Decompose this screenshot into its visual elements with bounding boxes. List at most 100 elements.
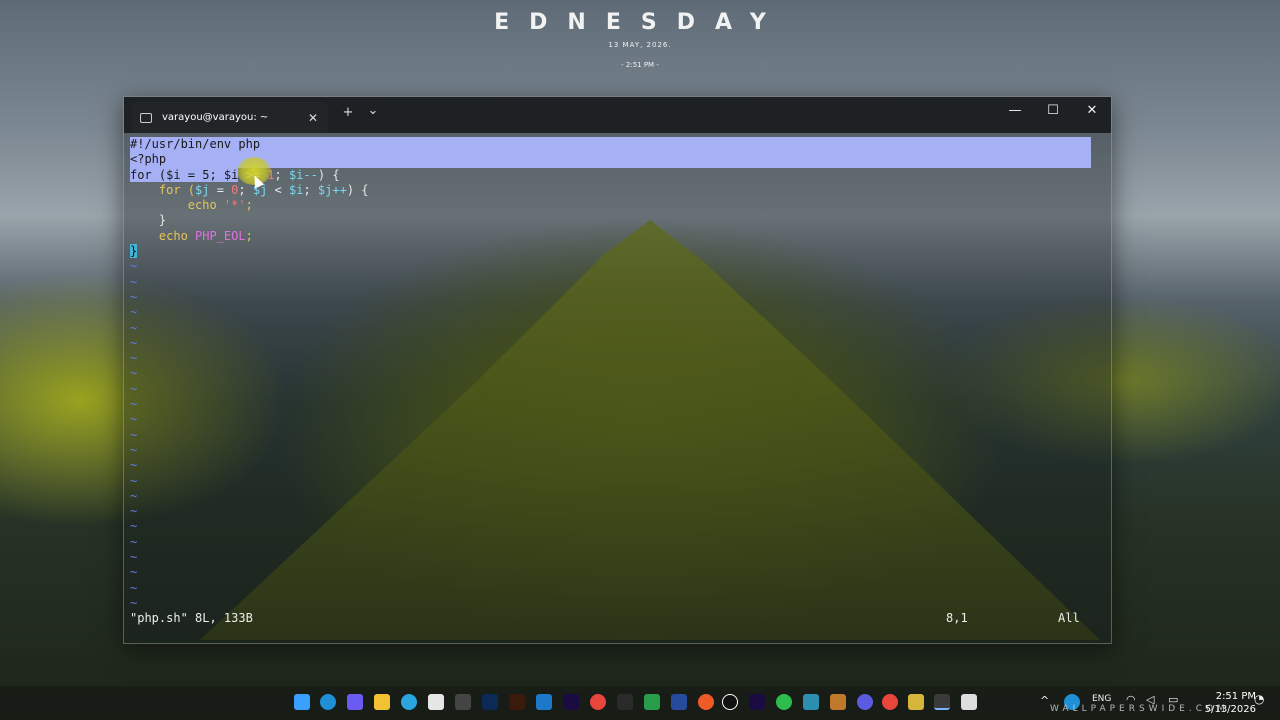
code-op: = xyxy=(209,182,232,197)
tray-chevron-icon[interactable]: ^ xyxy=(1040,694,1049,707)
tilde-line: ~ xyxy=(130,274,138,289)
app-icon[interactable] xyxy=(857,694,873,710)
tilde-line: ~ xyxy=(130,442,138,457)
app-icon[interactable] xyxy=(617,694,633,710)
code-text: ; xyxy=(303,182,318,197)
edge-icon[interactable] xyxy=(320,694,336,710)
code-line-4: for ($j = 0; $j < $i; $j++) { xyxy=(130,183,1091,198)
language-indicator[interactable]: ENG xyxy=(1092,694,1111,704)
code-line-3: for ($i = 5; $i >= 1; $i--) { xyxy=(130,167,1091,183)
status-file: "php.sh" 8L, 133B xyxy=(130,611,253,625)
code-op: < xyxy=(267,182,289,197)
maximize-button[interactable]: ☐ xyxy=(1039,103,1067,118)
tilde-line: ~ xyxy=(130,488,138,503)
after-effects-icon[interactable] xyxy=(749,694,765,710)
explorer-icon[interactable] xyxy=(374,694,390,710)
code-line-6: } xyxy=(130,213,1091,228)
app-icon[interactable] xyxy=(776,694,792,710)
code-line-5: echo '*'; xyxy=(130,198,1091,213)
code-var: $j++ xyxy=(317,182,347,197)
telegram-icon[interactable] xyxy=(401,694,417,710)
app-icon[interactable] xyxy=(455,694,471,710)
illustrator-icon[interactable] xyxy=(509,694,525,710)
terminal-taskbar-icon[interactable] xyxy=(934,694,950,710)
minimize-button[interactable]: — xyxy=(1001,103,1029,118)
tilde-line: ~ xyxy=(130,565,138,580)
code-text: ; xyxy=(245,198,253,213)
code-text: for ($i = 5; xyxy=(130,167,224,182)
tilde-line: ~ xyxy=(130,427,138,442)
code-line-1: #!/usr/bin/env php xyxy=(130,137,1091,153)
store-icon[interactable] xyxy=(428,694,444,710)
tilde-line: ~ xyxy=(130,289,138,304)
empty-line-markers: ~ ~ ~ ~ ~ ~ ~ ~ ~ ~ ~ ~ ~ ~ ~ ~ ~ ~ ~ ~ ~ ~ ~ xyxy=(130,259,1091,611)
tilde-line: ~ xyxy=(130,351,138,366)
tab-dropdown-button[interactable]: ⌄ xyxy=(363,103,383,118)
copilot-icon[interactable] xyxy=(347,694,363,710)
tilde-line: ~ xyxy=(130,397,138,412)
chrome-icon[interactable] xyxy=(590,694,606,710)
tilde-line: ~ xyxy=(130,366,138,381)
terminal-icon xyxy=(140,112,152,123)
code-var: $i xyxy=(289,182,304,197)
tilde-line: ~ xyxy=(130,534,138,549)
photoshop-icon[interactable] xyxy=(482,694,498,710)
code-var: $i-- xyxy=(288,167,318,182)
app-icon[interactable] xyxy=(698,694,714,710)
code-line-2: <?php xyxy=(130,152,1091,168)
chrome-icon[interactable] xyxy=(882,694,898,710)
new-tab-button[interactable]: + xyxy=(338,105,358,120)
code-keyword: echo xyxy=(130,228,196,243)
code-text: <?php xyxy=(130,152,167,167)
tilde-line: ~ xyxy=(130,320,138,335)
code-line-7: echo PHP_EOL; xyxy=(130,229,1091,244)
vim-status-line: "php.sh" 8L, 133B 8,1 All xyxy=(130,611,1091,627)
tilde-line: ~ xyxy=(130,519,138,534)
app-icon[interactable] xyxy=(908,694,924,710)
app-icon[interactable] xyxy=(722,694,738,710)
status-scroll: All xyxy=(1058,611,1080,625)
status-position: 8,1 xyxy=(946,611,968,625)
start-icon[interactable] xyxy=(294,694,310,710)
app-icon[interactable] xyxy=(644,694,660,710)
code-text: ; xyxy=(274,167,289,182)
code-text: ; xyxy=(238,182,253,197)
code-line-8: } xyxy=(130,244,1091,259)
tilde-line: ~ xyxy=(130,259,138,274)
app-icon[interactable] xyxy=(803,694,819,710)
terminal-window[interactable]: varayou@varayou: ~ ✕ + ⌄ — ☐ ✕ #!/usr/bi… xyxy=(123,96,1112,644)
taskbar[interactable]: ^ ENG ◠ ◁ ▭ 2:51 PM 5/13/2026 ◔ xyxy=(0,686,1280,720)
tilde-line: ~ xyxy=(130,580,138,595)
tilde-line: ~ xyxy=(130,550,138,565)
notification-icon[interactable]: ◔ xyxy=(1254,692,1264,706)
app-icon[interactable] xyxy=(830,694,846,710)
desktop-clock-widget: EDNESDAY 13 MAY, 2026. - 2:51 PM - xyxy=(0,10,1280,69)
text-cursor: } xyxy=(130,244,138,259)
selected-text: for ($i = 5; $i xyxy=(130,167,239,182)
code-keyword: echo xyxy=(130,198,224,213)
terminal-titlebar[interactable]: varayou@varayou: ~ ✕ + ⌄ — ☐ ✕ xyxy=(124,97,1111,133)
vim-editor[interactable]: #!/usr/bin/env php <?php for ($i = 5; $i… xyxy=(130,137,1091,643)
taskbar-time: 2:51 PM xyxy=(1215,691,1256,702)
tab-close-icon[interactable]: ✕ xyxy=(304,111,322,125)
app-icon[interactable] xyxy=(961,694,977,710)
tilde-line: ~ xyxy=(130,335,138,350)
code-string: '*' xyxy=(223,198,246,213)
premiere-icon[interactable] xyxy=(563,694,579,710)
code-keyword: for ( xyxy=(130,182,196,197)
watermark: WALLPAPERSWIDE.COM xyxy=(1050,704,1229,714)
code-text: ) { xyxy=(346,182,369,197)
app-icon[interactable] xyxy=(671,694,687,710)
tilde-line: ~ xyxy=(130,412,138,427)
close-button[interactable]: ✕ xyxy=(1078,103,1106,118)
vscode-icon[interactable] xyxy=(536,694,552,710)
terminal-tab[interactable]: varayou@varayou: ~ ✕ xyxy=(132,102,328,133)
tilde-line: ~ xyxy=(130,305,138,320)
code-text: } xyxy=(130,213,167,228)
code-text: ; xyxy=(245,228,253,243)
tilde-line: ~ xyxy=(130,473,138,488)
clock-date: 13 MAY, 2026. xyxy=(608,41,672,49)
tilde-line: ~ xyxy=(130,458,138,473)
clock-day: EDNESDAY xyxy=(494,10,786,35)
tilde-line: ~ xyxy=(130,595,138,610)
